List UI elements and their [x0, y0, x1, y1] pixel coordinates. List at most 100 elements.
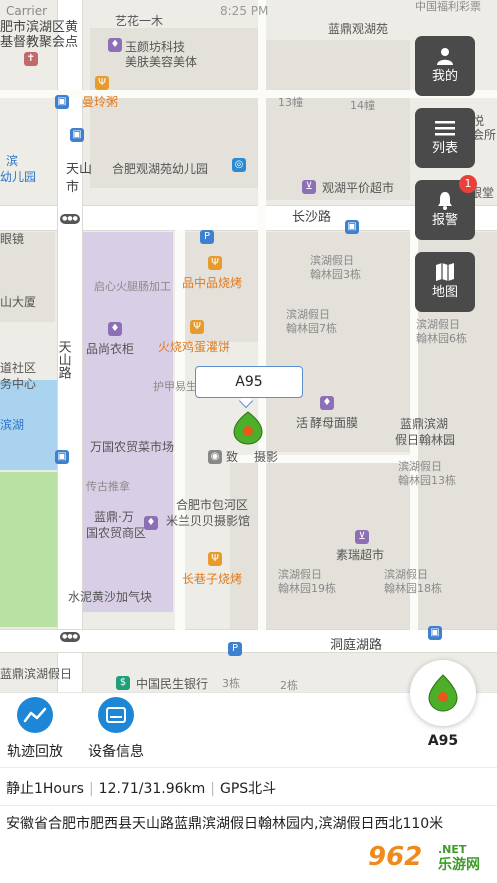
restaurant-icon: Ψ [208, 256, 222, 270]
map-label: 洞庭湖路 [330, 638, 383, 653]
bus-stop-icon: ▣ [345, 220, 359, 234]
vehicle-address: 安徽省合肥市肥西县天山路蓝鼎滨湖假日翰林园内,滨湖假日西北110米 [6, 816, 444, 832]
map-label: 翰林园7栋 [286, 322, 337, 335]
separator: | [210, 781, 215, 797]
map-label: 活 [296, 416, 309, 430]
track-playback-button[interactable]: 轨迹回放 [0, 697, 75, 761]
mileage: 12.71/31.96km [98, 781, 206, 797]
map-label: 翰林园13栋 [398, 474, 456, 487]
vehicle-callout[interactable]: A95 [195, 366, 303, 398]
map-label: 蓝鼎·万 [94, 510, 134, 524]
shop-icon: ♦ [320, 396, 334, 410]
map-label: 长巷子烧烤 [182, 572, 243, 586]
map-label: 肥市滨湖区黄 [0, 20, 79, 35]
map-label: 启心火腿肠加工 [94, 280, 171, 293]
positioning-mode: GPS北斗 [220, 781, 277, 797]
map-label: 滨 [6, 154, 19, 168]
cart-icon: ⊻ [302, 180, 316, 194]
traffic-light-icon: ●●● [60, 632, 80, 642]
shop-icon: ♦ [108, 322, 122, 336]
map-label: 水泥黄沙加气块 [68, 590, 153, 604]
bank-icon: $ [116, 676, 130, 690]
map-label: 幼儿园 [0, 170, 37, 184]
vehicle-chip-button[interactable] [410, 660, 476, 726]
map-icon [415, 252, 475, 284]
watermark-main: 962 [368, 842, 422, 872]
shop-icon: ♦ [108, 38, 122, 52]
map-label: 中国福利彩票 [415, 0, 481, 13]
person-icon [415, 36, 475, 68]
bus-stop-icon: ▣ [55, 95, 69, 109]
device-info-icon [98, 697, 134, 733]
control-list-button[interactable]: 列表 [415, 108, 475, 168]
map-label: 素瑞超市 [336, 548, 385, 562]
map-label: 滨湖假日 [310, 254, 354, 267]
map-label: 长沙路 [292, 210, 332, 225]
vehicle-stats: 静止1Hours | 12.71/31.96km | GPS北斗 [6, 778, 276, 798]
map-label: 2栋 [280, 679, 298, 692]
map-label: 基督教聚会点 [0, 35, 79, 50]
parking-icon: P [200, 230, 214, 244]
cart-icon: ⊻ [355, 530, 369, 544]
list-icon [415, 108, 475, 140]
control-list-label: 列表 [431, 141, 458, 156]
map-label: 品中品烧烤 [182, 276, 243, 290]
map-label: 翰林园18栋 [384, 582, 442, 595]
map-label: 蓝鼎滨湖 [400, 417, 449, 431]
control-mine-label: 我的 [431, 69, 458, 84]
map-label: 万国农贸菜市场 [90, 440, 175, 454]
carrier-label: Carrier [6, 4, 48, 18]
watermark-domain: .NET [438, 843, 467, 856]
bus-stop-icon: ▣ [428, 626, 442, 640]
map-label: 滨湖假日 [398, 460, 442, 473]
map-label: 护甲易生 [153, 380, 197, 393]
map-label: 道社区 [0, 361, 37, 375]
map-label: 曼玲粥 [82, 95, 119, 109]
control-alarm-label: 报警 [431, 213, 458, 228]
map-label: 蓝鼎观湖苑 [328, 22, 389, 36]
site-watermark-logo: 962 .NET 乐游网 [362, 833, 494, 877]
map-label: 玉颜坊科技 [125, 40, 186, 54]
control-map-button[interactable]: 地图 [415, 252, 475, 312]
map-label: 山大厦 [0, 295, 37, 309]
device-info-button[interactable]: 设备信息 [76, 697, 156, 761]
divider [0, 767, 497, 768]
map-label: 14幢 [350, 99, 375, 112]
map-label: 翰林园3栋 [310, 268, 361, 281]
divider [0, 805, 497, 806]
device-info-label: 设备信息 [88, 744, 144, 760]
alarm-count-badge: 1 [459, 175, 477, 193]
map-label: 米兰贝贝摄影馆 [166, 514, 251, 528]
control-mine-button[interactable]: 我的 [415, 36, 475, 96]
control-map-label: 地图 [431, 285, 458, 300]
camera-icon: ◉ [208, 450, 222, 464]
map-label: 合肥市包河区 [176, 498, 249, 512]
map-label: 务中心 [0, 377, 37, 391]
motion-state: 静止1Hours [6, 781, 84, 797]
map-label: 3栋 [222, 677, 240, 690]
map-label: 翰林园19栋 [278, 582, 336, 595]
map-label: 13幢 [278, 96, 303, 109]
restaurant-icon: Ψ [95, 76, 109, 90]
restaurant-icon: Ψ [208, 552, 222, 566]
map-label: 合肥观湖苑幼儿园 [112, 162, 209, 176]
map-label: 翰林园6栋 [416, 332, 467, 345]
map-view[interactable]: Carrier 8:25 PM 肥市滨湖区黄 基督教聚会点 艺花一木 蓝鼎观湖苑… [0, 0, 497, 692]
map-label: 火烧鸡蛋灌饼 [158, 340, 231, 354]
track-playback-icon [17, 697, 53, 733]
bus-stop-icon: ▣ [55, 450, 69, 464]
map-label: 假日翰林园 [395, 433, 456, 447]
map-label: 艺花一木 [115, 14, 164, 28]
bus-stop-icon: ▣ [70, 128, 84, 142]
map-label: 滨湖假日 [384, 568, 428, 581]
map-label: 观湖平价超市 [322, 181, 395, 195]
map-label: 国农贸商区 [86, 526, 147, 540]
map-label: 天山 [66, 162, 93, 177]
map-label: 天山路 [55, 340, 71, 379]
vehicle-marker-icon [428, 674, 458, 712]
clock-label: 8:25 PM [220, 4, 269, 18]
map-label: 传古推拿 [86, 480, 130, 493]
vehicle-marker-icon[interactable] [230, 410, 266, 446]
track-playback-label: 轨迹回放 [7, 744, 63, 760]
map-label: 蓝鼎滨湖假日 [0, 667, 73, 681]
